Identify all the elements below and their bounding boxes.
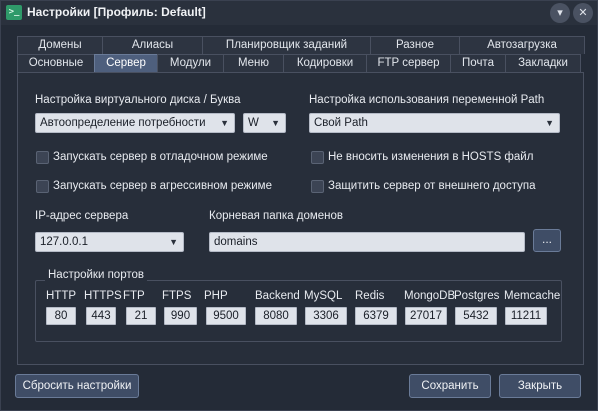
vdisk-label: Настройка виртуального диска / Буква — [35, 94, 241, 106]
port-input-redis[interactable]: 6379 — [355, 307, 397, 325]
tabs-bottom-row: Основные Сервер Модули Меню Кодировки FT… — [17, 54, 581, 72]
protect-server-label[interactable]: Защитить сервер от внешнего доступа — [328, 180, 535, 192]
tab-misc[interactable]: Разное — [370, 36, 460, 54]
root-folder-label: Корневая папка доменов — [209, 210, 344, 222]
tab-bookmarks[interactable]: Закладки — [505, 54, 581, 72]
tab-aliases[interactable]: Алиасы — [102, 36, 203, 54]
port-label-php: PHP — [204, 290, 228, 302]
port-label-backend: Backend — [255, 290, 300, 302]
drive-letter-value: W — [248, 117, 259, 129]
aggressive-mode-checkbox[interactable] — [36, 180, 49, 193]
port-input-mongodb[interactable]: 27017 — [405, 307, 447, 325]
root-folder-input[interactable]: domains — [209, 232, 525, 252]
window-title: Настройки [Профиль: Default] — [27, 5, 206, 19]
port-label-http: HTTP — [46, 290, 77, 302]
port-label-postgres: Postgres — [454, 290, 500, 302]
path-select[interactable]: Свой Path ▼ — [309, 113, 560, 133]
port-input-ftps[interactable]: 990 — [164, 307, 197, 325]
chevron-down-icon: ▼ — [545, 118, 554, 128]
port-input-memcache[interactable]: 11211 — [505, 307, 547, 325]
port-label-memcache: Memcache — [504, 290, 561, 302]
tab-ftp-server[interactable]: FTP сервер — [366, 54, 451, 72]
debug-mode-label[interactable]: Запускать сервер в отладочном режиме — [53, 151, 268, 163]
terminal-icon: >_ — [6, 5, 22, 20]
tab-modules[interactable]: Модули — [157, 54, 224, 72]
path-label: Настройка использования переменной Path — [309, 94, 545, 106]
close-icon[interactable]: ✕ — [573, 3, 593, 23]
tab-scheduler[interactable]: Планировщик заданий — [202, 36, 371, 54]
chevron-down-icon: ▼ — [220, 118, 229, 128]
tab-general[interactable]: Основные — [17, 54, 95, 72]
tab-autostart[interactable]: Автозагрузка — [459, 36, 585, 54]
port-input-backend[interactable]: 8080 — [255, 307, 297, 325]
reset-settings-button[interactable]: Сбросить настройки — [15, 374, 139, 398]
ports-group-title: Настройки портов — [45, 269, 147, 281]
drive-letter-select[interactable]: W ▼ — [243, 113, 286, 133]
port-label-redis: Redis — [355, 290, 385, 302]
title-bar[interactable]: >_ Настройки [Профиль: Default] ▾ ✕ — [1, 1, 597, 25]
port-label-https: HTTPS — [84, 290, 122, 302]
port-input-postgres[interactable]: 5432 — [455, 307, 497, 325]
ip-select[interactable]: 127.0.0.1 ▼ — [35, 232, 184, 252]
tab-mail[interactable]: Почта — [450, 54, 506, 72]
settings-window: >_ Настройки [Профиль: Default] ▾ ✕ Доме… — [0, 0, 598, 411]
ip-label: IP-адрес сервера — [35, 210, 129, 222]
ip-select-value: 127.0.0.1 — [40, 236, 88, 248]
port-input-https[interactable]: 443 — [86, 307, 116, 325]
aggressive-mode-label[interactable]: Запускать сервер в агрессивном режиме — [53, 180, 272, 192]
save-button[interactable]: Сохранить — [409, 374, 491, 398]
debug-mode-checkbox[interactable] — [36, 151, 49, 164]
minimize-icon[interactable]: ▾ — [550, 3, 570, 23]
vdisk-select[interactable]: Автоопределение потребности ▼ — [35, 113, 235, 133]
protect-server-checkbox[interactable] — [311, 180, 324, 193]
vdisk-select-value: Автоопределение потребности — [40, 117, 206, 129]
tab-domains[interactable]: Домены — [17, 36, 103, 54]
tab-server[interactable]: Сервер — [94, 54, 158, 72]
no-hosts-checkbox[interactable] — [311, 151, 324, 164]
path-select-value: Свой Path — [314, 117, 368, 129]
port-input-mysql[interactable]: 3306 — [305, 307, 347, 325]
tab-menu[interactable]: Меню — [223, 54, 284, 72]
tabs-top-row: Домены Алиасы Планировщик заданий Разное… — [17, 36, 585, 54]
browse-button[interactable]: ... — [533, 229, 561, 252]
tab-encodings[interactable]: Кодировки — [283, 54, 367, 72]
port-input-php[interactable]: 9500 — [206, 307, 246, 325]
close-button[interactable]: Закрыть — [499, 374, 581, 398]
no-hosts-label[interactable]: Не вносить изменения в HOSTS файл — [328, 151, 533, 163]
chevron-down-icon: ▼ — [271, 118, 280, 128]
chevron-down-icon: ▼ — [169, 237, 178, 247]
port-label-mongodb: MongoDB — [404, 290, 456, 302]
port-label-ftp: FTP — [123, 290, 145, 302]
port-input-http[interactable]: 80 — [46, 307, 76, 325]
port-input-ftp[interactable]: 21 — [126, 307, 156, 325]
port-label-ftps: FTPS — [162, 290, 192, 302]
port-label-mysql: MySQL — [304, 290, 343, 302]
